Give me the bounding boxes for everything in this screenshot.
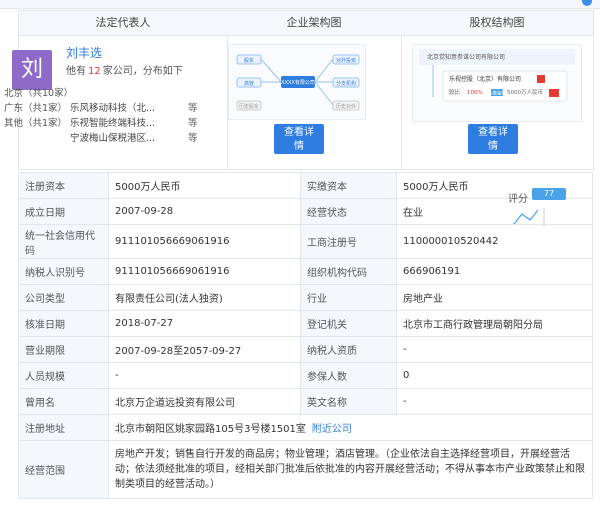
field-label: 公司类型 [18, 284, 109, 311]
field-label: 核准日期 [18, 310, 109, 337]
field-label: 曾用名 [18, 388, 109, 415]
page: 法定代表人 企业架构图 股权结构图 刘 刘丰选 他有 12 家公司，分布如下 北京（… [0, 0, 600, 508]
etc-label: 等 [188, 103, 198, 114]
field-value: 有限责任公司(法人独资) [108, 284, 301, 311]
region-label: 广东（共1家） [4, 103, 68, 114]
company-link[interactable]: 乐视智能终端科技... [70, 116, 155, 131]
distribution-list: 北京（共10家） 广东（共1家） 乐风移动科技（北... 等 其他（共1家） 乐… [4, 86, 204, 146]
distribution-row[interactable]: 北京（共10家） [4, 86, 204, 101]
field-label: 组织机构代码 [300, 258, 397, 285]
score-widget[interactable]: 评分 77 [508, 188, 588, 230]
field-label: 纳税人资质 [300, 336, 397, 363]
scope-row: 经营范围 房地产开发；销售自行开发的商品房；物业管理；酒店管理。（企业依法自主选… [18, 440, 593, 499]
field-label: 登记机关 [300, 310, 397, 337]
table-row: 纳税人识别号 911101056669061916 组织机构代码 6669061… [18, 258, 593, 285]
field-value: - [108, 362, 301, 389]
field-value: 2007-09-28 [108, 198, 301, 225]
field-value: 北京万企道远投资有限公司 [108, 388, 301, 415]
equity-capital-label: 认缴金额 [488, 90, 506, 97]
view-equity-button[interactable]: 查看详情 [468, 124, 518, 154]
field-label: 英文名称 [300, 388, 397, 415]
table-row: 成立日期 2007-09-28 经营状态 在业 [18, 198, 593, 225]
equity-company: 北京觉知意参谋公司有限公司 [427, 53, 505, 61]
diagram-left-2: 历史股东 [239, 103, 259, 110]
company-link[interactable]: 宁波梅山保税港区... [70, 131, 155, 146]
rep-stats-suffix: 家公司，分布如下 [102, 66, 183, 77]
top-strip [0, 0, 600, 9]
structure-diagram[interactable]: 股东 高管 历史股东 XXXX有限公司 对外投资 分支机构 历史对外 [228, 44, 366, 120]
scope-value: 房地产开发；销售自行开发的商品房；物业管理；酒店管理。（企业依法自主选择经营项目… [108, 440, 593, 499]
field-label: 实缴资本 [300, 172, 397, 199]
view-structure-button[interactable]: 查看详情 [274, 124, 324, 154]
distribution-row[interactable]: 宁波梅山保税港区... 等 [4, 131, 204, 146]
diagram-right-0: 对外投资 [336, 57, 356, 64]
address-value: 北京市朝阳区姚家园路105号3号楼1501室 [115, 424, 306, 435]
field-value: 5000万人民币 [108, 172, 301, 199]
etc-label: 等 [188, 118, 198, 129]
rep-name-link[interactable]: 刘丰选 [66, 44, 102, 61]
field-label: 注册资本 [18, 172, 109, 199]
field-label: 注册地址 [18, 414, 109, 441]
company-link[interactable]: 乐风移动科技（北... [70, 101, 155, 116]
field-label: 营业期限 [18, 336, 109, 363]
field-value: 2018-07-27 [108, 310, 301, 337]
field-value: - [396, 336, 593, 363]
table-row: 核准日期 2018-07-27 登记机关 北京市工商行政管理局朝阳分局 [18, 310, 593, 337]
field-value: 2007-09-28至2057-09-27 [108, 336, 301, 363]
equity-share: 100% [467, 90, 483, 96]
field-label: 工商注册号 [300, 224, 397, 259]
etc-label: 等 [188, 133, 198, 144]
field-value: 666906191 [396, 258, 593, 285]
address-cell: 北京市朝阳区姚家园路105号3号楼1501室 附近公司 [108, 414, 593, 441]
table-row: 统一社会信用代码 911101056669061916 工商注册号 110000… [18, 224, 593, 259]
table-row: 注册资本 5000万人民币 实缴资本 5000万人民币 [18, 172, 593, 199]
notification-dot[interactable] [582, 0, 592, 6]
equity-title: 股权结构图 [401, 11, 593, 36]
equity-holder: 乐视控股（北京）有限公司 [449, 75, 521, 83]
table-row: 公司类型 有限责任公司(法人独资) 行业 房地产业 [18, 284, 593, 311]
legal-rep-title: 法定代表人 [19, 11, 227, 36]
diagram-center: XXXX有限公司 [281, 79, 315, 86]
company-info-table: 注册资本 5000万人民币 实缴资本 5000万人民币 成立日期 2007-09… [18, 172, 593, 499]
distribution-row[interactable]: 广东（共1家） 乐风移动科技（北... 等 [4, 101, 204, 116]
structure-diagram-graphic: 股东 高管 历史股东 XXXX有限公司 对外投资 分支机构 历史对外 [236, 54, 360, 111]
field-value: 0 [396, 362, 593, 389]
rep-company-count[interactable]: 12 [88, 66, 101, 77]
equity-diagram[interactable]: 北京觉知意参谋公司有限公司 乐视控股（北京）有限公司 股比 100% 认缴金额 … [412, 44, 582, 122]
field-label: 纳税人识别号 [18, 258, 109, 285]
rep-stats: 他有 12 家公司，分布如下 [66, 62, 183, 77]
field-label: 行业 [300, 284, 397, 311]
nearby-companies-link[interactable]: 附近公司 [312, 424, 352, 435]
field-value: - [396, 388, 593, 415]
rep-stats-prefix: 他有 [66, 66, 86, 77]
region-label: 北京（共10家） [4, 88, 74, 99]
equity-capital: 5000万人民币 [507, 89, 543, 96]
region-label: 其他（共1家） [4, 118, 68, 129]
field-label: 统一社会信用代码 [18, 224, 109, 259]
avatar: 刘 [12, 50, 52, 90]
diagram-left-1: 高管 [244, 80, 254, 87]
address-row: 注册地址 北京市朝阳区姚家园路105号3号楼1501室 附近公司 [18, 414, 593, 441]
diagram-left-0: 股东 [244, 57, 254, 64]
field-value: 911101056669061916 [108, 258, 301, 285]
field-label: 成立日期 [18, 198, 109, 225]
field-label: 参保人数 [300, 362, 397, 389]
table-row: 曾用名 北京万企道远投资有限公司 英文名称 - [18, 388, 593, 415]
score-chart-icon [513, 208, 545, 226]
equity-diagram-graphic: 北京觉知意参谋公司有限公司 乐视控股（北京）有限公司 股比 100% 认缴金额 … [419, 49, 575, 102]
field-value: 北京市工商行政管理局朝阳分局 [396, 310, 593, 337]
table-row: 人员规模 - 参保人数 0 [18, 362, 593, 389]
diagram-right-2: 历史对外 [336, 103, 356, 110]
table-row: 营业期限 2007-09-28至2057-09-27 纳税人资质 - [18, 336, 593, 363]
structure-title: 企业架构图 [227, 11, 401, 36]
equity-share-label: 股比 [449, 88, 461, 96]
field-label: 人员规模 [18, 362, 109, 389]
field-value: 911101056669061916 [108, 224, 301, 259]
field-label: 经营范围 [18, 440, 109, 499]
distribution-row[interactable]: 其他（共1家） 乐视智能终端科技... 等 [4, 116, 204, 131]
field-label: 经营状态 [300, 198, 397, 225]
field-value: 房地产业 [396, 284, 593, 311]
diagram-right-1: 分支机构 [336, 80, 356, 87]
